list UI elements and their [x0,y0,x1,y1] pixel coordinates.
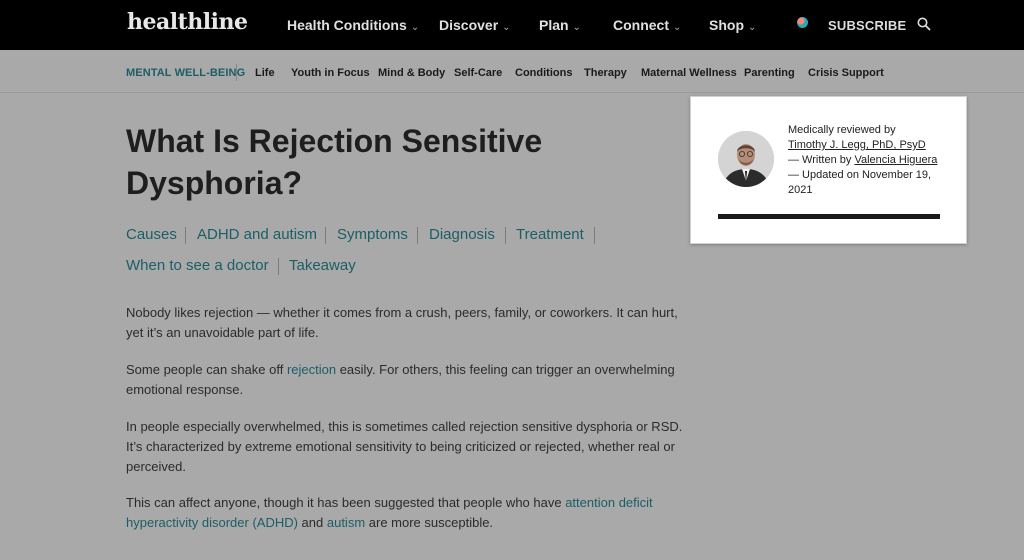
author-name-link[interactable]: Valencia Higuera [854,154,937,166]
nav-discover[interactable]: Discover ⌄ [439,17,511,33]
autism-link[interactable]: autism [327,515,365,530]
paragraph-1: Nobody likes rejection — whether it come… [126,305,678,340]
toc-link-diagnosis[interactable]: Diagnosis [429,226,495,243]
toc-separator [594,227,595,244]
nav-shop[interactable]: Shop ⌄ [709,17,756,33]
subnav-item-conditions[interactable]: Conditions [515,67,572,79]
subnav-item-mind-body[interactable]: Mind & Body [378,67,445,79]
nav-label: Shop [709,17,744,33]
nav-label: Plan [539,17,569,33]
written-by-label: — Written by [788,154,852,166]
nav-label: Discover [439,17,499,33]
subnav-item-self-care[interactable]: Self-Care [454,67,502,79]
subscribe-button[interactable]: SUBSCRIBE [828,18,906,33]
subnav-item-parenting[interactable]: Parenting [744,67,795,79]
reviewed-by-label: Medically reviewed by [788,124,896,136]
toc-link-causes[interactable]: Causes [126,226,177,243]
category-subnav: MENTAL WELL-BEING Life Youth in Focus Mi… [0,50,1024,93]
toc-separator [278,258,279,275]
toc-link-treatment[interactable]: Treatment [516,226,584,243]
top-navigation-bar: healthline Health Conditions ⌄ Discover ⌄ … [0,0,1024,50]
subnav-item-youth[interactable]: Youth in Focus [291,67,370,79]
article-title: What Is Rejection Sensitive Dysphoria? [126,123,543,201]
chevron-down-icon: ⌄ [572,22,581,33]
chevron-down-icon: ⌄ [502,22,511,33]
paragraph-text: are more susceptible. [365,515,494,530]
search-icon[interactable] [917,17,931,31]
subnav-item-maternal[interactable]: Maternal Wellness [641,67,737,79]
toc-link-adhd-autism[interactable]: ADHD and autism [197,226,317,243]
nav-label: Health Conditions [287,17,407,33]
subnav-item-life[interactable]: Life [255,67,275,79]
nav-plan[interactable]: Plan ⌄ [539,17,581,33]
subnav-item-crisis[interactable]: Crisis Support [808,67,884,79]
chevron-down-icon: ⌄ [748,22,757,33]
rejection-link[interactable]: rejection [287,362,336,377]
toc-link-see-doctor[interactable]: When to see a doctor [126,257,269,274]
paragraph-4: This can affect anyone, though it has be… [126,493,686,533]
reviewer-avatar[interactable] [718,131,774,187]
paragraph-text: This can affect anyone, though it has be… [126,495,566,510]
toc-separator [505,227,506,244]
nav-label: Connect [613,17,669,33]
paragraph-2: Some people can shake off rejection easi… [126,360,686,400]
card-divider-bar [718,214,940,219]
review-byline: Medically reviewed by Timothy J. Legg, P… [788,123,948,198]
subnav-item-therapy[interactable]: Therapy [584,67,627,79]
paragraph-text: and [297,515,327,530]
toc-separator [417,227,418,244]
chevron-down-icon: ⌄ [673,22,682,33]
chevron-down-icon: ⌄ [410,22,420,33]
subnav-brand[interactable]: MENTAL WELL-BEING [126,67,245,79]
paragraph-text: Some people can shake off [126,362,287,377]
paragraph-3: In people especially overwhelmed, this i… [126,419,683,474]
subnav-divider [236,64,237,81]
medical-review-card: Medically reviewed by Timothy J. Legg, P… [690,96,967,244]
toc-separator [325,227,326,244]
toc-link-takeaway[interactable]: Takeaway [289,257,356,274]
updated-date: — Updated on November 19, 2021 [788,169,932,196]
nav-health-conditions[interactable]: Health Conditions ⌄ [287,17,419,33]
nav-connect[interactable]: Connect ⌄ [613,17,681,33]
globe-icon[interactable] [797,17,808,28]
toc-link-symptoms[interactable]: Symptoms [337,226,408,243]
reviewer-name-link[interactable]: Timothy J. Legg, PhD, PsyD [788,139,926,151]
toc-separator [185,227,186,244]
